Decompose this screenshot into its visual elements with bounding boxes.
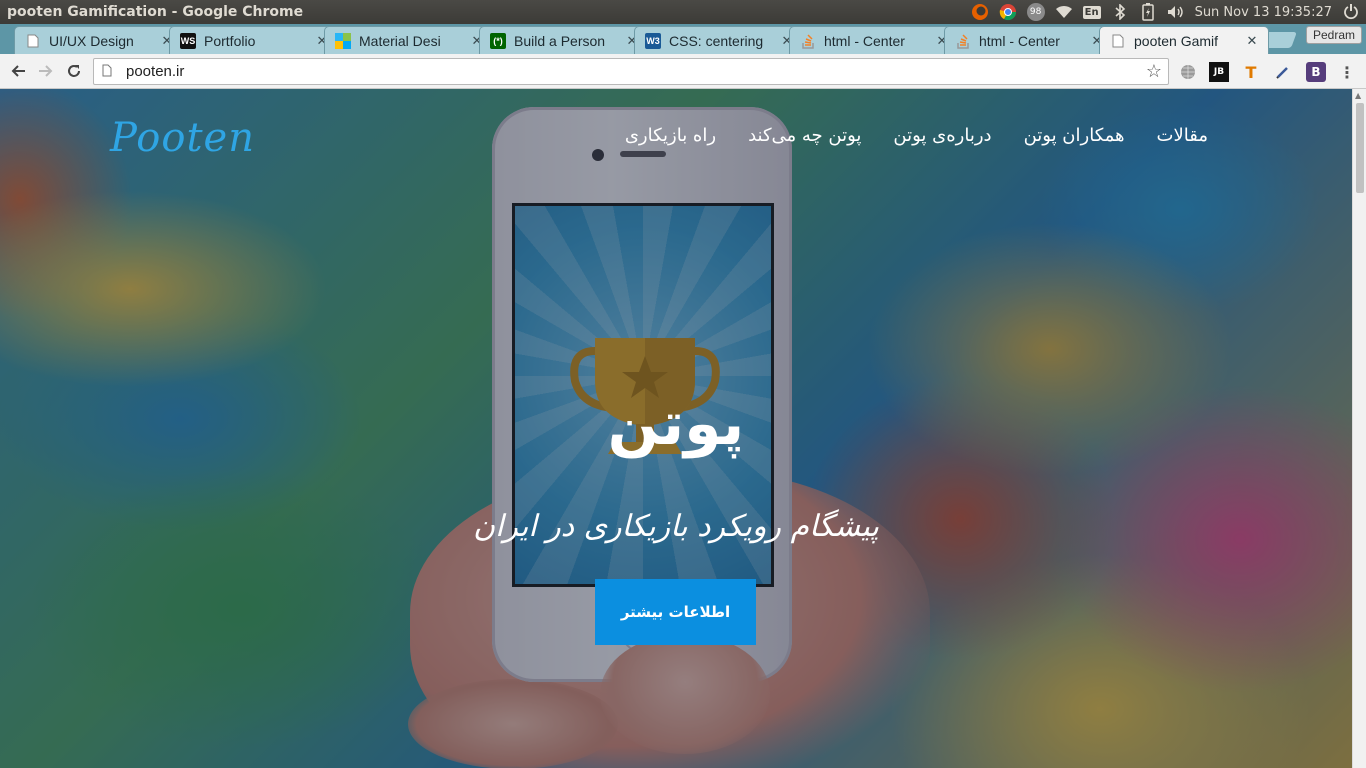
tab-label: Portfolio [204, 32, 256, 49]
site-nav: راه بازیکاری پوتن چه می‌کند درباره‌ی پوت… [625, 125, 1208, 146]
page-icon [25, 33, 41, 49]
bookmark-star-icon[interactable]: ☆ [1146, 61, 1162, 82]
clock[interactable]: Sun Nov 13 19:35:27 [1195, 5, 1332, 20]
system-tray: 98 En Sun Nov 13 19:35:27 [971, 0, 1360, 24]
wifi-icon[interactable] [1055, 3, 1073, 21]
power-icon[interactable] [1342, 3, 1360, 21]
tab[interactable]: UI/UX Design ✕ [14, 26, 184, 54]
globe-icon[interactable] [1178, 62, 1198, 82]
pen-icon[interactable] [1273, 62, 1293, 82]
tab[interactable]: (*) Build a Person ✕ [479, 26, 649, 54]
firefox-icon[interactable] [971, 3, 989, 21]
chrome-icon[interactable] [999, 3, 1017, 21]
forward-icon[interactable] [32, 57, 60, 85]
tab[interactable]: WS Portfolio ✕ [169, 26, 339, 54]
update-badge[interactable]: 98 [1026, 3, 1045, 21]
title-bar: pooten Gamification - Google Chrome 98 E… [0, 0, 1366, 24]
nav-item-partners[interactable]: همکاران پوتن [1024, 125, 1125, 146]
nav-item-what-pooten-does[interactable]: پوتن چه می‌کند [748, 125, 861, 146]
tab[interactable]: Material Desi ✕ [324, 26, 494, 54]
tab-strip: UI/UX Design ✕ WS Portfolio ✕ Material D… [0, 24, 1366, 54]
jb-icon[interactable]: JB [1209, 62, 1229, 82]
tab-label: pooten Gamif [1134, 32, 1219, 49]
nav-item-about[interactable]: درباره‌ی پوتن [893, 125, 991, 146]
tab[interactable]: html - Center ✕ [944, 26, 1114, 54]
tab-label: CSS: centering [669, 32, 764, 49]
window-title: pooten Gamification - Google Chrome [7, 4, 304, 20]
tab-label: html - Center [979, 32, 1060, 49]
url-text[interactable]: pooten.ir [126, 63, 184, 80]
ws-icon: WS [180, 32, 196, 49]
tab-label: UI/UX Design [49, 32, 134, 49]
volume-icon[interactable] [1167, 3, 1185, 21]
tab[interactable]: W3 CSS: centering ✕ [634, 26, 804, 54]
tab-label: html - Center [824, 32, 905, 49]
hammer-icon[interactable]: T [1241, 62, 1261, 82]
material-icon [335, 32, 351, 49]
page-info-icon[interactable] [102, 64, 118, 80]
nav-item-articles[interactable]: مقالات [1157, 125, 1208, 146]
menu-icon[interactable]: ⋮ [1337, 62, 1357, 82]
w3c-icon: W3 [645, 32, 661, 49]
hero-title: پوتن [607, 389, 745, 459]
stackoverflow-icon [955, 33, 971, 49]
page-scrollbar[interactable]: ▲ [1352, 89, 1366, 768]
scrollbar-thumb[interactable] [1356, 103, 1364, 193]
back-icon[interactable] [4, 57, 32, 85]
reload-icon[interactable] [60, 57, 88, 85]
bluetooth-icon[interactable] [1111, 3, 1129, 21]
bootstrap-icon[interactable]: B [1306, 62, 1326, 82]
close-icon[interactable]: ✕ [1244, 33, 1260, 49]
address-bar[interactable]: pooten.ir ☆ [93, 58, 1169, 85]
scroll-up-icon[interactable]: ▲ [1355, 91, 1361, 100]
site-logo[interactable]: Pooten [110, 115, 255, 161]
tab-label: Build a Person [514, 32, 606, 49]
profile-button[interactable]: Pedram [1305, 26, 1362, 44]
browser-toolbar: pooten.ir ☆ JB T B ⋮ [0, 54, 1366, 89]
tab[interactable]: html - Center ✕ [789, 26, 959, 54]
nav-item-gamification-path[interactable]: راه بازیکاری [625, 125, 716, 146]
tab-label: Material Desi [359, 32, 441, 49]
page-viewport: Pooten راه بازیکاری پوتن چه می‌کند دربار… [0, 89, 1352, 768]
tab-active[interactable]: pooten Gamif ✕ [1099, 26, 1269, 54]
fcc-icon: (*) [490, 32, 506, 49]
hero-subtitle: پیشگام رویکرد بازیکاری در ایران [473, 509, 879, 544]
keyboard-layout[interactable]: En [1082, 5, 1101, 19]
page-icon [1110, 33, 1126, 49]
stackoverflow-icon [800, 33, 816, 49]
more-info-button[interactable]: اطلاعات بیشتر [595, 579, 756, 645]
battery-icon[interactable] [1139, 3, 1157, 21]
